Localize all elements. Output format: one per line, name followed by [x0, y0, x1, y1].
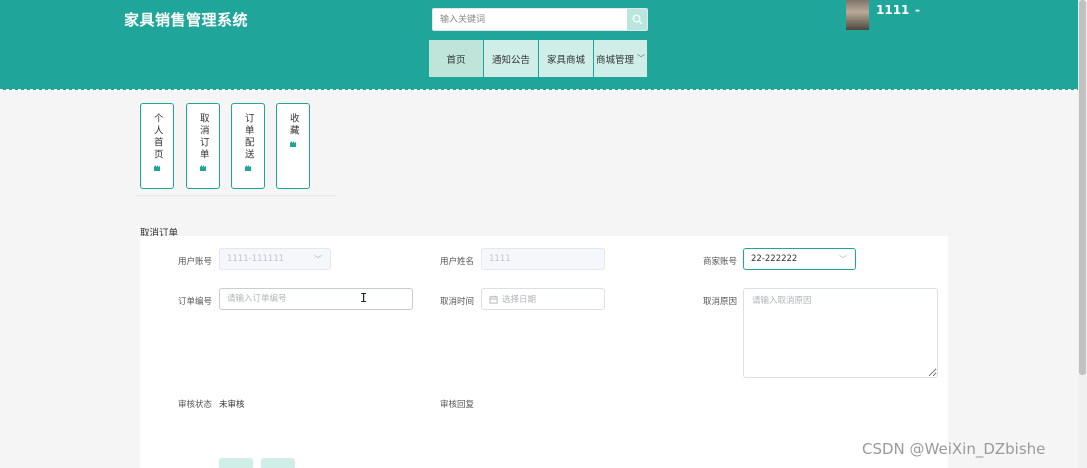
- cancel-reason-label: 取消原因: [702, 297, 737, 307]
- nav-item-label: 首页: [446, 54, 466, 66]
- search-input[interactable]: [433, 9, 629, 30]
- tab-order-delivery[interactable]: 订单配送: [231, 103, 265, 189]
- watermark: CSDN @WeiXin_DZbishe: [862, 440, 1046, 458]
- submit-button[interactable]: [219, 458, 253, 468]
- merchant-account-value: 22-222222: [751, 254, 798, 264]
- merchant-account-select[interactable]: 22-222222 ﹀: [743, 248, 856, 270]
- cancel-reason-textarea[interactable]: [743, 288, 938, 378]
- tab-favorites[interactable]: 收藏: [276, 103, 310, 189]
- cancel-time-picker[interactable]: 选择日期: [481, 288, 605, 310]
- text-cursor: I: [360, 291, 368, 305]
- tab-icon: [245, 165, 251, 171]
- nav-item-label: 商城管理: [595, 54, 634, 66]
- user-account-value: 1111-111111: [227, 254, 285, 264]
- review-reply-label: 审核回复: [439, 400, 474, 410]
- tab-icon: [290, 141, 296, 147]
- calendar-icon: [489, 295, 498, 304]
- nav-item-home[interactable]: 首页: [429, 40, 484, 77]
- search-icon: [632, 14, 642, 25]
- merchant-account-label: 商家账号: [702, 257, 737, 267]
- cancel-button[interactable]: [261, 458, 295, 468]
- review-status-value: 未审核: [219, 400, 245, 410]
- nav-item-mall-management[interactable]: 商城管理 ﹀: [594, 40, 648, 77]
- scrollbar-thumb[interactable]: [1079, 0, 1086, 375]
- scrollbar[interactable]: [1078, 0, 1087, 468]
- order-no-label: 订单编号: [177, 297, 212, 307]
- review-status-label: 审核状态: [177, 400, 212, 410]
- nav-item-label: 家具商城: [546, 54, 585, 66]
- top-header: 家具销售管理系统 1111 - 首页 通知公告 家具商城 商城管理 ﹀: [0, 0, 1087, 92]
- cancel-time-label: 取消时间: [439, 297, 474, 307]
- nav-item-notice[interactable]: 通知公告: [484, 40, 539, 77]
- tab-label: 取消订单: [197, 113, 209, 161]
- main-nav: 首页 通知公告 家具商城 商城管理 ﹀: [429, 40, 648, 77]
- user-name-value: 1111: [489, 254, 511, 264]
- divider: [136, 195, 336, 196]
- order-no-input[interactable]: [219, 288, 413, 310]
- tab-cancel-order[interactable]: 取消订单: [186, 103, 220, 189]
- tab-personal-home[interactable]: 个人首页: [140, 103, 174, 189]
- tab-label: 收藏: [287, 113, 299, 137]
- nav-item-label: 通知公告: [491, 54, 530, 66]
- user-account-label: 用户账号: [177, 257, 212, 267]
- search-box: [432, 8, 648, 31]
- chevron-down-icon: ﹀: [637, 54, 645, 63]
- user-name[interactable]: 1111: [876, 3, 909, 17]
- tab-label: 订单配送: [242, 113, 254, 161]
- tab-icon: [200, 165, 206, 171]
- nav-item-furniture-mall[interactable]: 家具商城: [539, 40, 594, 77]
- chevron-down-icon: ﹀: [314, 255, 322, 264]
- site-title[interactable]: 家具销售管理系统: [124, 9, 248, 30]
- chevron-down-icon: ﹀: [839, 255, 847, 264]
- cancel-time-placeholder: 选择日期: [502, 295, 537, 305]
- tab-label: 个人首页: [151, 113, 163, 161]
- user-name-label: 用户姓名: [439, 257, 474, 267]
- tab-icon: [154, 165, 160, 171]
- user-menu-separator: -: [915, 3, 920, 17]
- user-name-field: 1111: [481, 248, 605, 270]
- user-account-select: 1111-111111 ﹀: [219, 248, 331, 270]
- search-button[interactable]: [627, 9, 647, 30]
- avatar[interactable]: [846, 0, 869, 30]
